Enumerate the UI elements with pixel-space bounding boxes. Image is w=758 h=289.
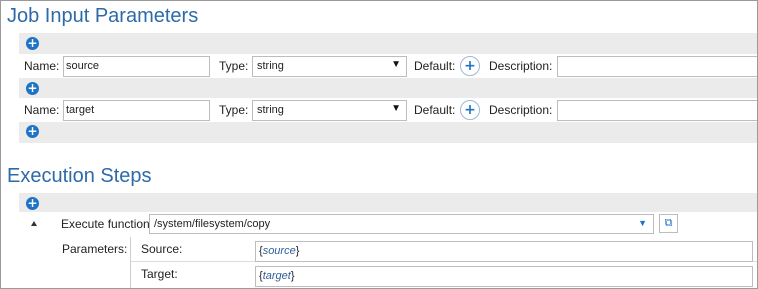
execute-function-label: Execute function xyxy=(61,217,150,231)
chevron-down-icon: ▼ xyxy=(391,59,401,70)
target-arg-input[interactable]: {target} xyxy=(255,266,753,287)
add-parameter-bottom-icon[interactable]: + xyxy=(26,125,39,138)
target-arg-value: target xyxy=(262,270,291,282)
parameter-description-input[interactable] xyxy=(557,100,757,121)
source-arg-value: source xyxy=(262,245,296,257)
default-label: Default: xyxy=(414,103,456,117)
function-parameters-area: Parameters: Source: {source} Target: {ta… xyxy=(19,237,757,288)
chevron-down-icon: ▼ xyxy=(391,103,401,114)
parameter-type-value: string xyxy=(257,104,284,116)
parameter-type-value: string xyxy=(257,60,284,72)
job-editor-panel: Job Input Parameters + Name: source Type… xyxy=(0,0,758,289)
type-label: Type: xyxy=(219,59,249,73)
parameter-type-select[interactable]: string ▼ xyxy=(252,100,407,121)
execute-function-row: Execute function /system/filesystem/copy… xyxy=(19,212,757,237)
add-parameter-middle-icon[interactable]: + xyxy=(26,82,39,95)
add-default-button[interactable]: + xyxy=(460,100,480,120)
add-default-button[interactable]: + xyxy=(460,56,480,76)
parameter-type-select[interactable]: string ▼ xyxy=(252,56,407,77)
parameter-row: Name: target Type: string ▼ Default: + D… xyxy=(19,98,757,122)
chevron-down-icon: ▼ xyxy=(638,218,647,228)
source-arg-label: Source: xyxy=(141,242,183,256)
parameter-description-input[interactable] xyxy=(557,56,757,77)
collapse-triangle-icon[interactable] xyxy=(31,221,37,226)
source-arg-input[interactable]: {source} xyxy=(255,241,753,262)
add-step-icon[interactable]: + xyxy=(26,197,39,210)
brace-close: } xyxy=(290,270,295,282)
parameters-label: Parameters: xyxy=(62,242,128,256)
description-label: Description: xyxy=(489,59,553,73)
open-external-icon[interactable]: ⧉ xyxy=(659,214,678,233)
parameter-name-input[interactable]: target xyxy=(63,100,210,121)
description-label: Description: xyxy=(489,103,553,117)
divider xyxy=(130,237,131,288)
add-parameter-top-icon[interactable]: + xyxy=(26,37,39,50)
job-input-parameters-title: Job Input Parameters xyxy=(7,5,199,27)
job-input-parameters-panel xyxy=(19,33,757,143)
default-label: Default: xyxy=(414,59,456,73)
execution-steps-title: Execution Steps xyxy=(7,165,152,187)
function-path-select[interactable]: /system/filesystem/copy ▼ xyxy=(149,214,654,234)
parameter-row: Name: source Type: string ▼ Default: + D… xyxy=(19,54,757,78)
parameter-name-input[interactable]: source xyxy=(63,56,210,77)
type-label: Type: xyxy=(219,103,249,117)
brace-close: } xyxy=(295,245,300,257)
name-label: Name: xyxy=(24,59,60,73)
function-path-value: /system/filesystem/copy xyxy=(154,218,271,230)
name-label: Name: xyxy=(24,103,60,117)
target-arg-label: Target: xyxy=(141,267,178,281)
